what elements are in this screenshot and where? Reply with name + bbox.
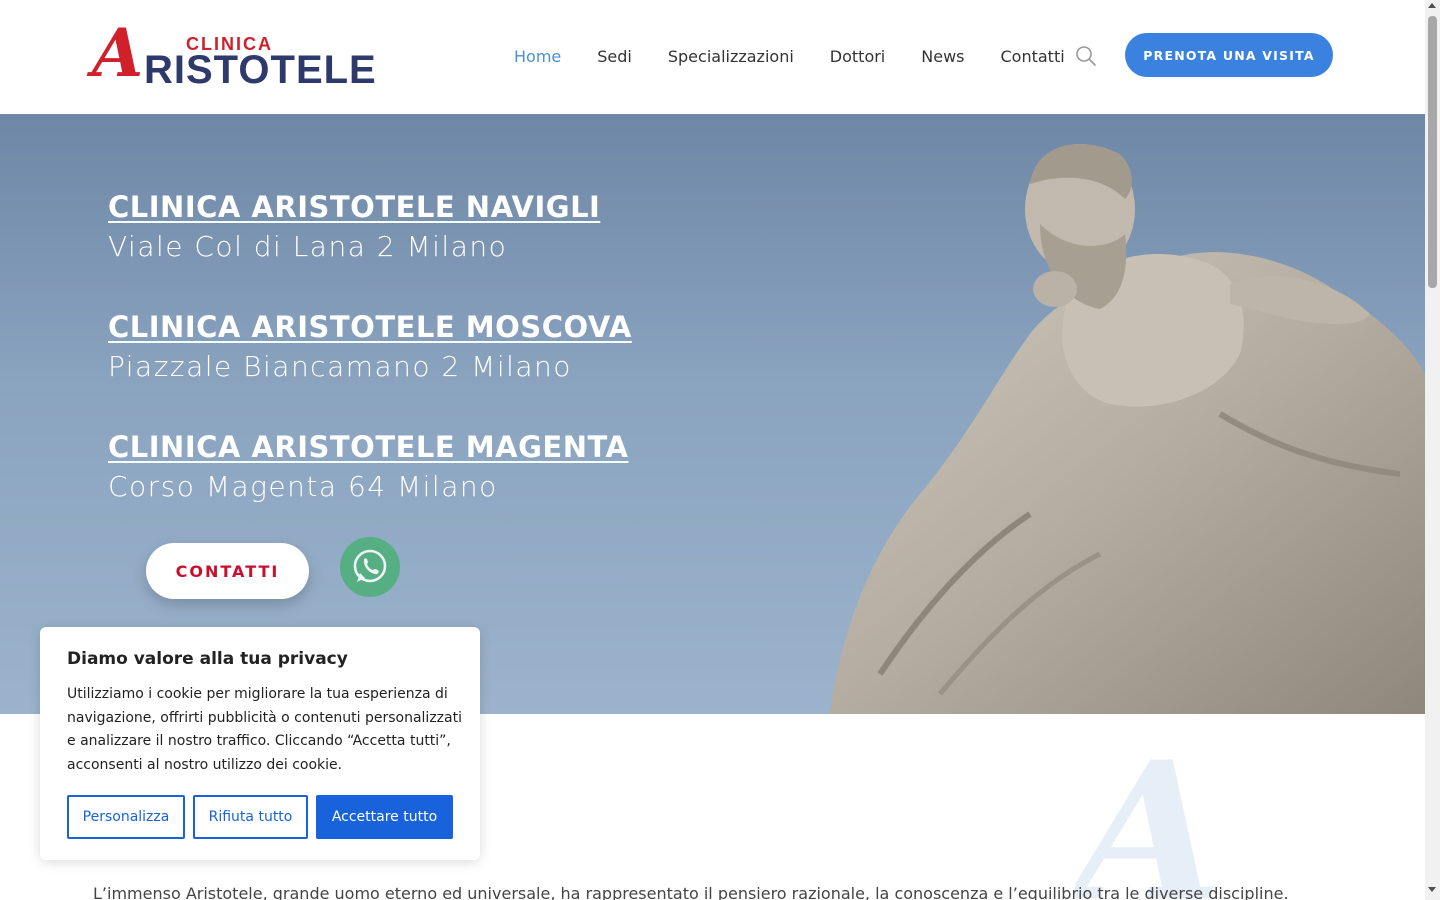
nav-item-news[interactable]: News	[921, 47, 964, 66]
cookie-description: Utilizziamo i cookie per migliorare la t…	[67, 686, 462, 773]
nav-item-specializzazioni[interactable]: Specializzazioni	[668, 47, 794, 66]
nav-item-sedi[interactable]: Sedi	[597, 47, 632, 66]
location-address: Corso Magenta 64 Milano	[108, 470, 498, 503]
location-title[interactable]: CLINICA ARISTOTELE MOSCOVA	[108, 310, 632, 344]
clinic-logo[interactable]: A CLINICA RISTOTELE	[90, 14, 376, 92]
logo-watermark: A	[1075, 748, 1222, 900]
book-visit-button[interactable]: PRENOTA UNA VISITA	[1125, 33, 1333, 77]
search-icon[interactable]	[1075, 45, 1097, 67]
main-nav: Home Sedi Specializzazioni Dottori News …	[514, 44, 1101, 68]
page-scrollbar[interactable]	[1425, 0, 1440, 900]
logo-main-text: RISTOTELE	[144, 48, 377, 92]
location-title[interactable]: CLINICA ARISTOTELE NAVIGLI	[108, 190, 600, 224]
scrollbar-thumb[interactable]	[1428, 16, 1437, 288]
intro-paragraph: L’immenso Aristotele, grande uomo eterno…	[93, 884, 1289, 900]
hero-section: CLINICA ARISTOTELE NAVIGLI Viale Col di …	[0, 114, 1425, 714]
scroll-up-arrow-icon[interactable]	[1428, 3, 1436, 8]
cookie-title: Diamo valore alla tua privacy	[67, 649, 348, 669]
nav-item-home[interactable]: Home	[514, 47, 561, 66]
logo-big-letter: A	[92, 14, 144, 92]
contact-button[interactable]: CONTATTI	[146, 543, 309, 599]
whatsapp-icon	[353, 549, 387, 583]
location-magenta: CLINICA ARISTOTELE MAGENTA Corso Magenta…	[108, 430, 628, 503]
site-header: A CLINICA RISTOTELE Home Sedi Specializz…	[0, 0, 1425, 114]
whatsapp-button[interactable]	[340, 537, 400, 597]
nav-item-contatti[interactable]: Contatti	[1000, 47, 1064, 66]
location-title[interactable]: CLINICA ARISTOTELE MAGENTA	[108, 430, 628, 464]
statue-image	[830, 144, 1425, 714]
accept-all-button[interactable]: Accettare tutto	[316, 795, 453, 839]
location-address: Piazzale Biancamano 2 Milano	[108, 350, 572, 383]
customize-button[interactable]: Personalizza	[67, 795, 185, 839]
svg-text:A: A	[1075, 748, 1222, 900]
reject-all-button[interactable]: Rifiuta tutto	[193, 795, 308, 839]
location-moscova: CLINICA ARISTOTELE MOSCOVA Piazzale Bian…	[108, 310, 632, 383]
location-navigli: CLINICA ARISTOTELE NAVIGLI Viale Col di …	[108, 190, 600, 263]
nav-item-dottori[interactable]: Dottori	[830, 47, 885, 66]
page: A CLINICA RISTOTELE Home Sedi Specializz…	[0, 0, 1440, 900]
cookie-banner: Diamo valore alla tua privacy Utilizziam…	[40, 627, 480, 860]
scroll-down-arrow-icon[interactable]	[1428, 887, 1436, 892]
location-address: Viale Col di Lana 2 Milano	[108, 230, 508, 263]
